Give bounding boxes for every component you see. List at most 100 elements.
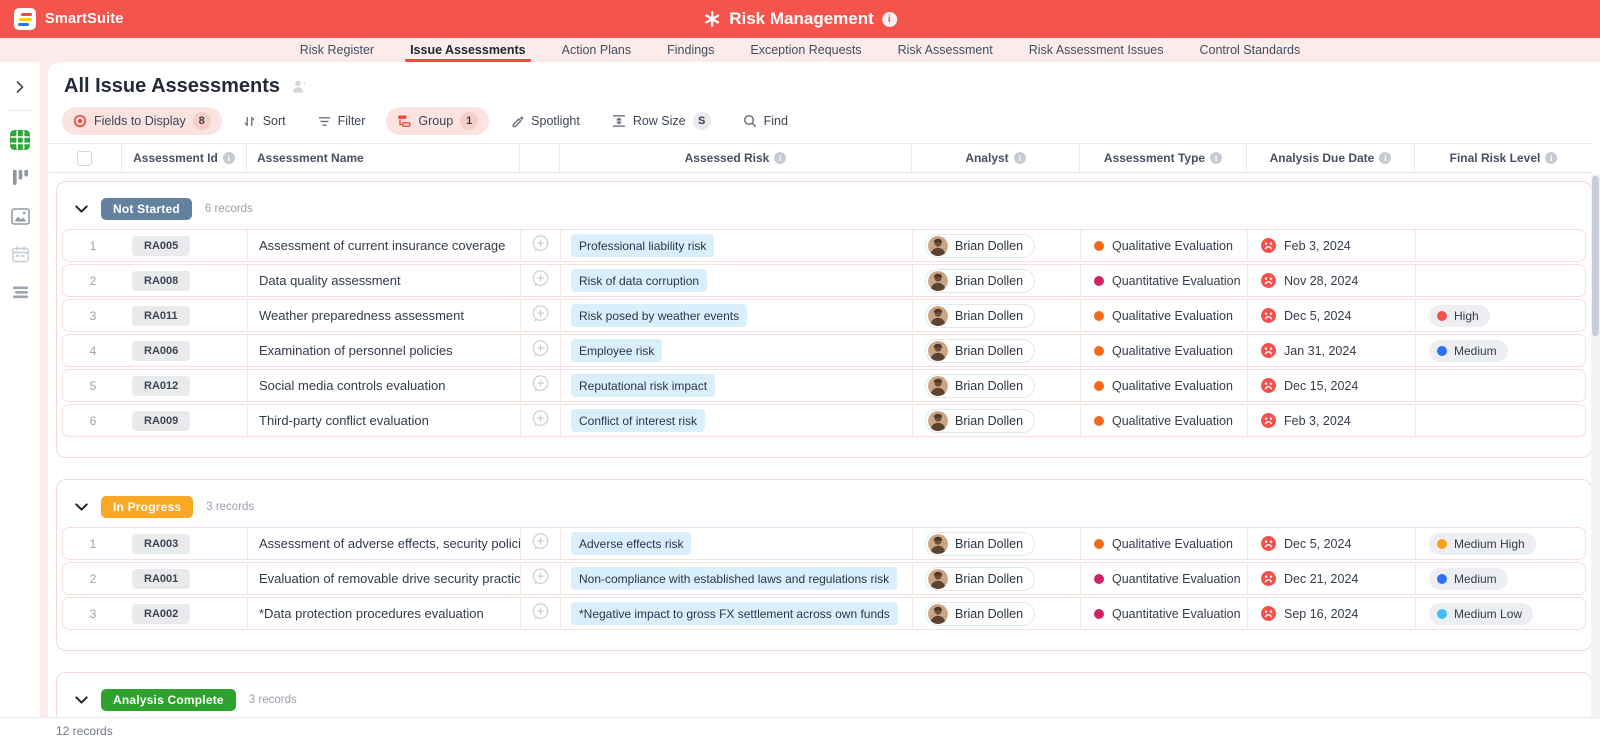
filter-button[interactable]: Filter	[307, 109, 377, 133]
column-header-assessment-name[interactable]: Assessment Name	[247, 144, 520, 172]
column-header-expand[interactable]	[520, 144, 560, 172]
cell-assessment-type[interactable]: Quantitative Evaluation	[1081, 563, 1248, 594]
cell-assessment-type[interactable]: Qualitative Evaluation	[1081, 300, 1248, 331]
cell-assessment-type[interactable]: Quantitative Evaluation	[1081, 598, 1248, 629]
cell-assessment-type[interactable]: Qualitative Evaluation	[1081, 405, 1248, 436]
cell-analyst[interactable]: Brian Dollen	[913, 230, 1081, 261]
cell-analyst[interactable]: Brian Dollen	[913, 335, 1081, 366]
cell-final-risk-level[interactable]	[1416, 405, 1585, 436]
cell-final-risk-level[interactable]: Medium Low	[1416, 598, 1585, 629]
cell-analyst[interactable]: Brian Dollen	[913, 528, 1081, 559]
view-permissions-icon[interactable]	[290, 79, 308, 94]
cell-assessment-type[interactable]: Qualitative Evaluation	[1081, 230, 1248, 261]
chevron-down-icon[interactable]	[75, 205, 88, 214]
cell-assessment-id[interactable]: RA003	[123, 528, 248, 559]
cell-assessment-id[interactable]: RA002	[123, 598, 248, 629]
cell-assessment-name[interactable]: Assessment of adverse effects, security …	[248, 528, 521, 559]
column-header-select[interactable]	[48, 144, 122, 172]
cell-analyst[interactable]: Brian Dollen	[913, 265, 1081, 296]
cell-assessed-risk[interactable]: Reputational risk impact	[561, 370, 913, 401]
cell-analysis-due-date[interactable]: Dec 5, 2024	[1248, 300, 1416, 331]
table-row[interactable]: 6RA009Third-party conflict evaluationCon…	[62, 404, 1586, 437]
table-row[interactable]: 2RA001Evaluation of removable drive secu…	[62, 562, 1586, 595]
open-record-button[interactable]	[531, 602, 550, 626]
open-record-button[interactable]	[531, 567, 550, 591]
open-record-button[interactable]	[531, 234, 550, 258]
chevron-down-icon[interactable]	[75, 696, 88, 705]
spotlight-button[interactable]: Spotlight	[499, 109, 591, 133]
group-button[interactable]: Group 1	[386, 107, 489, 135]
find-button[interactable]: Find	[732, 109, 799, 133]
cell-final-risk-level[interactable]: Medium High	[1416, 528, 1585, 559]
cell-assessment-name[interactable]: Weather preparedness assessment	[248, 300, 521, 331]
cell-assessed-risk[interactable]: Employee risk	[561, 335, 913, 366]
expand-sidebar-button[interactable]	[7, 74, 33, 100]
tab-issue-assessments[interactable]: Issue Assessments	[409, 38, 527, 62]
cell-assessment-type[interactable]: Qualitative Evaluation	[1081, 370, 1248, 401]
sort-button[interactable]: Sort	[232, 109, 297, 133]
cell-assessed-risk[interactable]: Risk of data corruption	[561, 265, 913, 296]
cell-analysis-due-date[interactable]: Dec 21, 2024	[1248, 563, 1416, 594]
brand[interactable]: SmartSuite	[14, 8, 124, 30]
cell-assessed-risk[interactable]: Professional liability risk	[561, 230, 913, 261]
cell-assessment-id[interactable]: RA001	[123, 563, 248, 594]
table-row[interactable]: 1RA003Assessment of adverse effects, sec…	[62, 527, 1586, 560]
cell-final-risk-level[interactable]	[1416, 265, 1585, 296]
cell-assessment-id[interactable]: RA012	[123, 370, 248, 401]
cell-assessment-name[interactable]: Assessment of current insurance coverage	[248, 230, 521, 261]
cell-assessment-id[interactable]: RA008	[123, 265, 248, 296]
cell-assessment-name[interactable]: Third-party conflict evaluation	[248, 405, 521, 436]
cell-final-risk-level[interactable]: High	[1416, 300, 1585, 331]
open-record-button[interactable]	[531, 532, 550, 556]
table-row[interactable]: 1RA005Assessment of current insurance co…	[62, 229, 1586, 262]
cell-assessment-name[interactable]: Examination of personnel policies	[248, 335, 521, 366]
column-header-assessed-risk[interactable]: Assessed Riski	[560, 144, 912, 172]
cell-analysis-due-date[interactable]: Sep 16, 2024	[1248, 598, 1416, 629]
cell-assessment-name[interactable]: Social media controls evaluation	[248, 370, 521, 401]
open-record-button[interactable]	[531, 269, 550, 293]
table-row[interactable]: 2RA008Data quality assessmentRisk of dat…	[62, 264, 1586, 297]
cell-final-risk-level[interactable]	[1416, 370, 1585, 401]
calendar-view-icon[interactable]	[8, 242, 32, 266]
cell-analysis-due-date[interactable]: Nov 28, 2024	[1248, 265, 1416, 296]
cell-analysis-due-date[interactable]: Feb 3, 2024	[1248, 230, 1416, 261]
open-record-button[interactable]	[531, 374, 550, 398]
cell-analyst[interactable]: Brian Dollen	[913, 598, 1081, 629]
cell-analyst[interactable]: Brian Dollen	[913, 563, 1081, 594]
tab-exception-requests[interactable]: Exception Requests	[749, 38, 862, 62]
table-row[interactable]: 4RA006Examination of personnel policiesE…	[62, 334, 1586, 367]
cell-analysis-due-date[interactable]: Jan 31, 2024	[1248, 335, 1416, 366]
cell-analyst[interactable]: Brian Dollen	[913, 370, 1081, 401]
tab-risk-register[interactable]: Risk Register	[299, 38, 375, 62]
cell-assessed-risk[interactable]: Adverse effects risk	[561, 528, 913, 559]
table-row[interactable]: 3RA002*Data protection procedures evalua…	[62, 597, 1586, 630]
cell-assessment-name[interactable]: *Data protection procedures evaluation	[248, 598, 521, 629]
scrollbar-thumb[interactable]	[1592, 176, 1599, 336]
open-record-button[interactable]	[531, 409, 550, 433]
column-header-analyst[interactable]: Analysti	[912, 144, 1080, 172]
tab-action-plans[interactable]: Action Plans	[561, 38, 632, 62]
cell-assessment-id[interactable]: RA011	[123, 300, 248, 331]
cell-assessed-risk[interactable]: Conflict of interest risk	[561, 405, 913, 436]
tab-control-standards[interactable]: Control Standards	[1199, 38, 1302, 62]
list-view-icon[interactable]	[8, 280, 32, 304]
cell-analysis-due-date[interactable]: Dec 5, 2024	[1248, 528, 1416, 559]
cell-assessment-id[interactable]: RA006	[123, 335, 248, 366]
column-header-assessment-type[interactable]: Assessment Typei	[1080, 144, 1247, 172]
cell-assessment-name[interactable]: Evaluation of removable drive security p…	[248, 563, 521, 594]
cell-analysis-due-date[interactable]: Feb 3, 2024	[1248, 405, 1416, 436]
column-header-assessment-id[interactable]: Assessment Idi	[122, 144, 247, 172]
cell-final-risk-level[interactable]	[1416, 230, 1585, 261]
open-record-button[interactable]	[531, 339, 550, 363]
column-header-analysis-due-date[interactable]: Analysis Due Datei	[1247, 144, 1415, 172]
cell-assessment-name[interactable]: Data quality assessment	[248, 265, 521, 296]
table-row[interactable]: 5RA012Social media controls evaluationRe…	[62, 369, 1586, 402]
chevron-down-icon[interactable]	[75, 503, 88, 512]
fields-to-display-button[interactable]: Fields to Display 8	[62, 107, 222, 135]
cell-final-risk-level[interactable]: Medium	[1416, 563, 1585, 594]
cell-assessment-type[interactable]: Quantitative Evaluation	[1081, 265, 1248, 296]
table-row[interactable]: 3RA011Weather preparedness assessmentRis…	[62, 299, 1586, 332]
cell-assessment-type[interactable]: Qualitative Evaluation	[1081, 335, 1248, 366]
tab-findings[interactable]: Findings	[666, 38, 715, 62]
cell-assessed-risk[interactable]: Risk posed by weather events	[561, 300, 913, 331]
